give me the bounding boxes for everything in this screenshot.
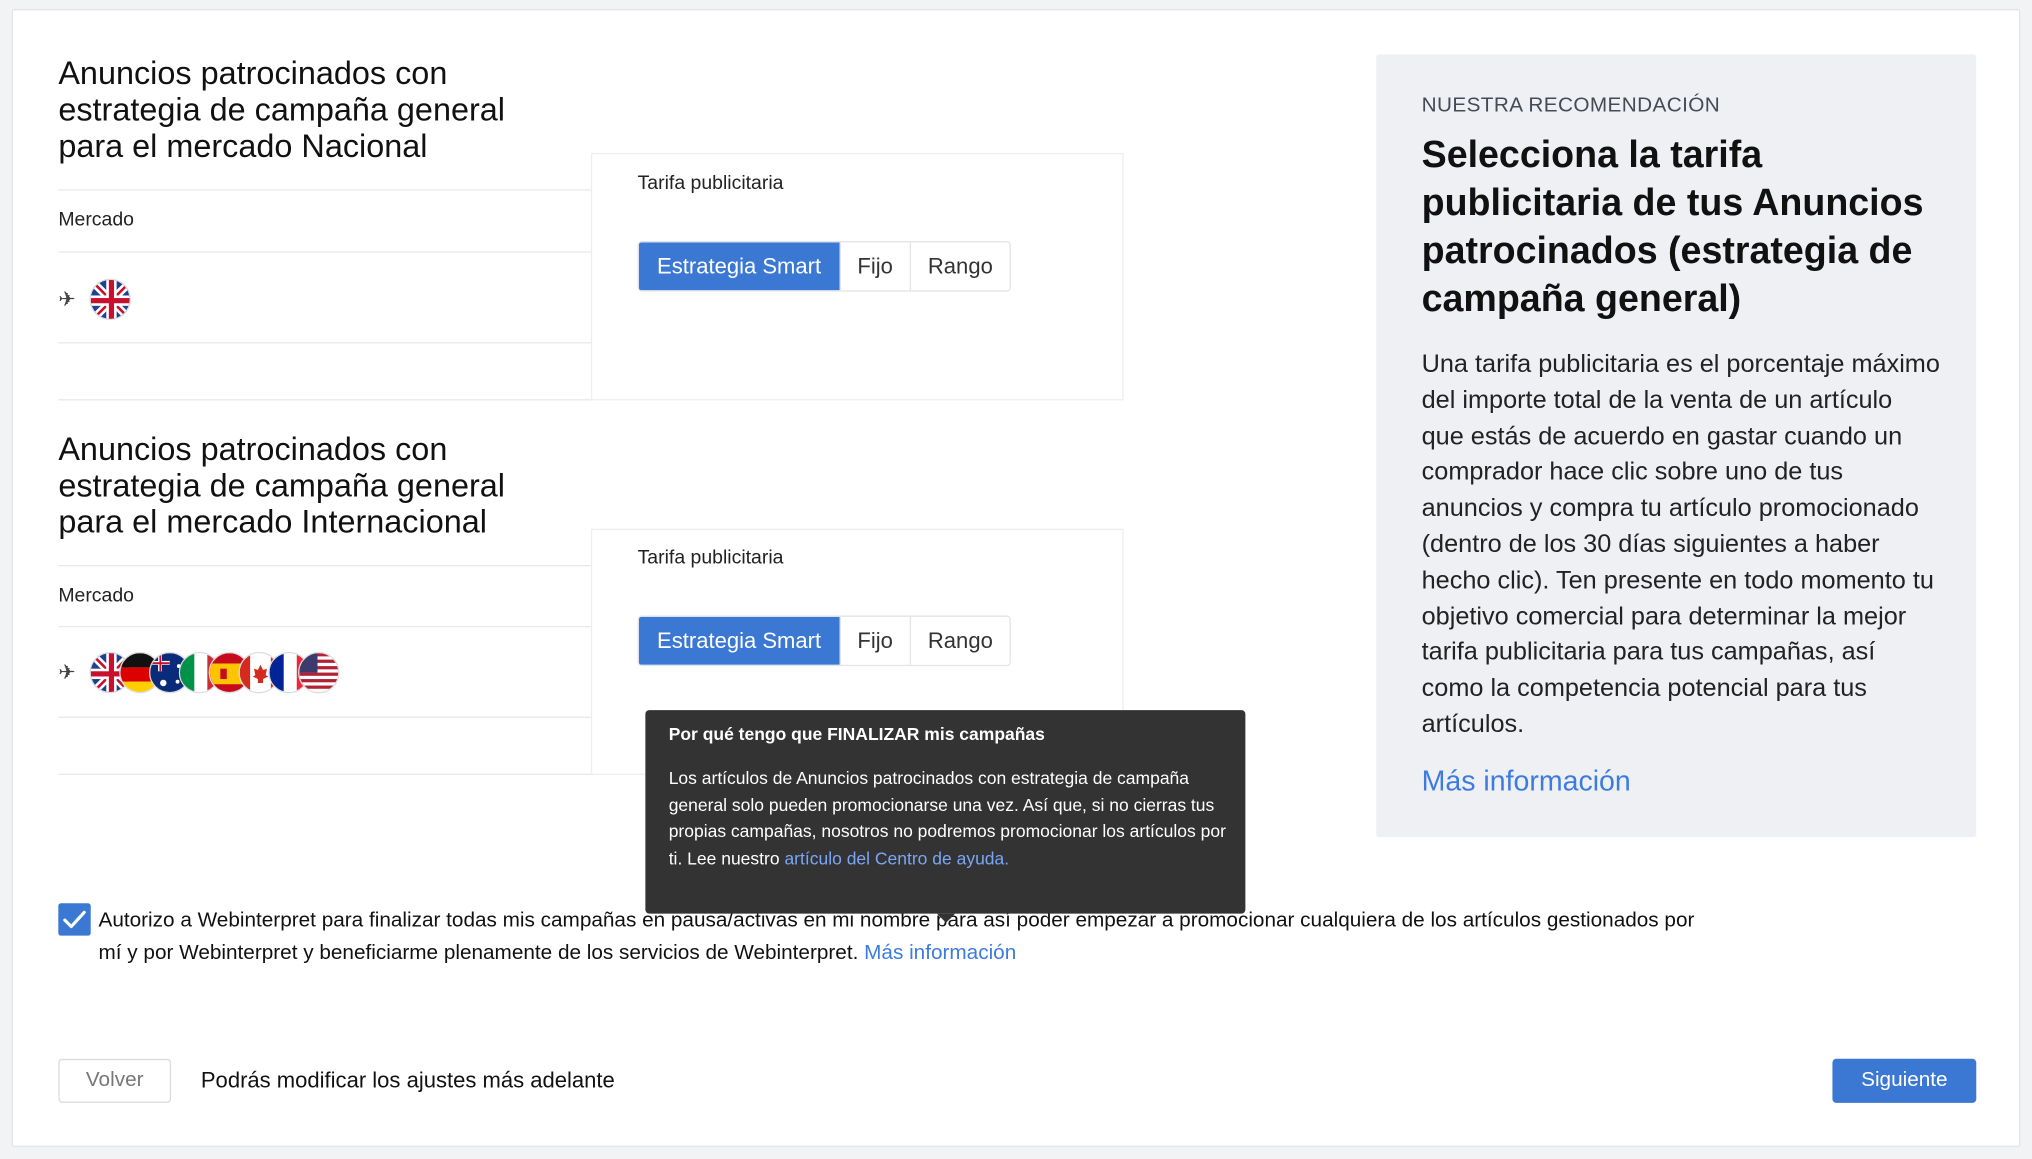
flag-uk-icon bbox=[89, 278, 131, 321]
divider bbox=[58, 773, 593, 775]
authorize-checkbox[interactable] bbox=[58, 903, 91, 936]
divider bbox=[58, 565, 593, 567]
recommendation-title: Selecciona la tarifa publicitaria de tus… bbox=[1421, 134, 1924, 321]
market-flags-domestic: ✈︎ bbox=[58, 278, 136, 321]
divider bbox=[58, 625, 593, 628]
finalize-campaigns-tooltip: Por qué tengo que FINALIZAR mis campañas… bbox=[645, 710, 1246, 923]
next-button[interactable]: Siguiente bbox=[1832, 1058, 1977, 1103]
ad-rate-toggle-international: Estrategia Smart Fijo Rango bbox=[637, 615, 1011, 667]
tooltip-body: Los artículos de Anuncios patrocinados c… bbox=[669, 766, 1226, 872]
option-range[interactable]: Rango bbox=[909, 616, 1010, 665]
recommendation-body: Una tarifa publicitaria es el porcentaje… bbox=[1421, 349, 1940, 739]
ad-rate-toggle-domestic: Estrategia Smart Fijo Rango bbox=[637, 241, 1011, 292]
divider bbox=[58, 716, 593, 718]
option-fixed[interactable]: Fijo bbox=[839, 616, 910, 665]
market-flags-international: ✈︎ bbox=[58, 651, 376, 694]
divider bbox=[58, 399, 593, 401]
help-center-link[interactable]: artículo del Centro de ayuda. bbox=[784, 848, 1009, 867]
option-smart-strategy[interactable]: Estrategia Smart bbox=[638, 242, 840, 291]
section-title-international: Anuncios patrocinados con estrategia de … bbox=[58, 431, 506, 541]
option-fixed[interactable]: Fijo bbox=[839, 242, 910, 291]
ad-rate-label: Tarifa publicitaria bbox=[637, 546, 784, 569]
market-label: Mercado bbox=[58, 208, 134, 231]
recommendation-eyebrow: NUESTRA RECOMENDACIÓN bbox=[1421, 94, 1721, 117]
option-range[interactable]: Rango bbox=[909, 242, 1010, 291]
smart-strategy-icon: ✈︎ bbox=[58, 288, 76, 312]
more-info-link[interactable]: Más información bbox=[1422, 765, 1631, 799]
market-label: Mercado bbox=[58, 584, 134, 607]
divider bbox=[58, 342, 593, 344]
ad-rate-label: Tarifa publicitaria bbox=[637, 172, 784, 195]
footer-note: Podrás modificar los ajustes más adelant… bbox=[200, 1067, 615, 1093]
tooltip-arrow bbox=[936, 913, 956, 923]
option-smart-strategy[interactable]: Estrategia Smart bbox=[638, 616, 840, 665]
recommendation-panel: NUESTRA RECOMENDACIÓN Selecciona la tari… bbox=[1376, 54, 1977, 838]
flag-us-icon bbox=[298, 651, 340, 694]
section-title-domestic: Anuncios patrocinados con estrategia de … bbox=[58, 55, 506, 165]
divider bbox=[58, 189, 593, 191]
back-button[interactable]: Volver bbox=[58, 1058, 172, 1103]
divider bbox=[58, 251, 593, 253]
authorize-consent-text: Autorizo a Webinterpret para finalizar t… bbox=[98, 905, 1718, 970]
consent-more-info-link[interactable]: Más información bbox=[864, 942, 1016, 964]
tooltip-title: Por qué tengo que FINALIZAR mis campañas bbox=[668, 724, 1045, 744]
checkmark-icon bbox=[63, 910, 86, 929]
smart-strategy-icon: ✈︎ bbox=[58, 662, 76, 685]
